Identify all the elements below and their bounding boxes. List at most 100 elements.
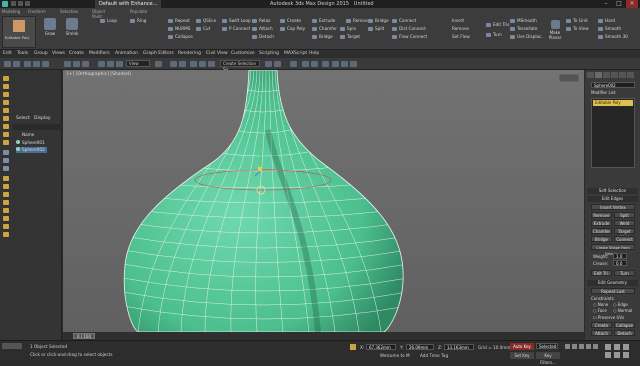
hard-button[interactable]: Hard	[598, 18, 615, 24]
create-tab-icon[interactable]	[587, 72, 594, 78]
key-filters-button[interactable]: Key Filters...	[536, 352, 560, 365]
connect-button[interactable]: Connect	[392, 18, 416, 24]
nurms-button[interactable]: NURMS	[168, 26, 190, 32]
shrink-button[interactable]: Shrink	[62, 18, 82, 36]
open-file-icon[interactable]	[18, 1, 23, 6]
menu-tools[interactable]: Tools	[14, 50, 31, 58]
soft-selection-rollout[interactable]: Soft Selection	[587, 188, 638, 194]
previous-frame-icon[interactable]	[572, 344, 577, 349]
detach-button[interactable]: Detach	[252, 34, 274, 40]
percent-snap-icon[interactable]	[208, 61, 215, 67]
use-displac-button[interactable]: Use Displac.	[510, 34, 543, 40]
repeat-button[interactable]: Repeat	[168, 18, 190, 24]
to-view-button[interactable]: To View	[566, 26, 589, 32]
render-production-icon[interactable]	[350, 61, 357, 67]
turn-button-panel[interactable]: Turn	[614, 270, 635, 276]
attach-button-panel[interactable]: Attach	[591, 330, 612, 336]
play-icon[interactable]	[579, 344, 584, 349]
z-coordinate-field[interactable]: 13.163mm	[444, 344, 474, 350]
stack-item-editable-poly[interactable]: Editable Poly	[593, 100, 633, 106]
bridge-edge-button[interactable]: Bridge	[368, 18, 389, 24]
make-planar-button[interactable]: Make Planar	[546, 20, 564, 40]
select-by-name-icon[interactable]	[73, 61, 80, 67]
tree-item-sphere002[interactable]: Sphere002	[16, 147, 47, 153]
auto-key-button[interactable]: Auto Key	[510, 343, 534, 350]
lock-selection-icon[interactable]	[350, 344, 356, 350]
ribbon-tab-selection[interactable]: Selection	[60, 9, 78, 14]
select-rotate-icon[interactable]	[107, 61, 114, 67]
save-file-icon[interactable]	[25, 1, 30, 6]
flow-connect-button[interactable]: Flow Connect	[392, 34, 427, 40]
loop-button[interactable]: Loop	[100, 18, 117, 24]
unlink-icon[interactable]	[33, 61, 40, 67]
onion-dome-mesh[interactable]	[63, 70, 584, 332]
menu-help[interactable]: Help	[306, 50, 322, 58]
constraint-edge-radio[interactable]: ○ Edge	[613, 302, 628, 307]
select-link-icon[interactable]	[24, 61, 31, 67]
field-of-view-icon[interactable]	[614, 352, 620, 358]
rendered-frame-window-icon[interactable]	[341, 61, 348, 67]
display-groups-icon[interactable]	[3, 124, 9, 129]
explorer-name-column[interactable]: Name	[22, 132, 34, 138]
pan-icon[interactable]	[614, 344, 620, 350]
chamfer-button-panel[interactable]: Chamfer	[591, 228, 612, 234]
display-invert-icon[interactable]	[3, 166, 9, 171]
select-object-icon[interactable]	[64, 61, 71, 67]
repeat-last-button[interactable]: Repeat Last	[591, 288, 635, 294]
object-name-field[interactable]: Sphere002	[591, 82, 635, 88]
grow-button[interactable]: Grow	[40, 18, 60, 36]
ribbon-tab-object-paint[interactable]: Object Paint	[92, 9, 105, 19]
to-grid-button[interactable]: To Grid	[566, 18, 588, 24]
menu-create[interactable]: Create	[66, 50, 87, 58]
display-shapes-icon[interactable]	[3, 84, 9, 89]
display-all-icon[interactable]	[3, 150, 9, 155]
weld-button[interactable]: Weld	[614, 220, 635, 226]
hide-icon[interactable]	[3, 232, 9, 237]
zoom-extents-icon[interactable]	[605, 352, 611, 358]
modifier-list-dropdown[interactable]: Modifier List	[591, 90, 615, 95]
constraint-face-radio[interactable]: ○ Face	[593, 308, 607, 313]
display-tab-icon[interactable]	[619, 72, 626, 78]
dist-connect-button[interactable]: Dist Connect	[392, 26, 426, 32]
bridge-button-panel[interactable]: Bridge	[591, 236, 612, 242]
display-bones-icon[interactable]	[3, 140, 9, 145]
insert-vertex-button[interactable]: Insert Vertex	[591, 204, 635, 210]
spin-button[interactable]: Spin	[340, 26, 356, 32]
angle-snap-icon[interactable]	[199, 61, 206, 67]
ribbon-tab-modeling[interactable]: Modeling	[2, 9, 20, 14]
split-button-panel[interactable]: Split	[614, 212, 635, 218]
ring-button[interactable]: Ring	[130, 18, 146, 24]
weight-field[interactable]: 1.0	[613, 253, 627, 259]
explorer-select-menu[interactable]: Select	[16, 116, 30, 121]
motion-tab-icon[interactable]	[611, 72, 618, 78]
next-frame-icon[interactable]	[586, 344, 591, 349]
p-connect-button[interactable]: P Connect	[222, 26, 250, 32]
sort-icon[interactable]	[3, 200, 9, 205]
display-none-icon[interactable]	[3, 158, 9, 163]
reference-coordinate-select[interactable]: View	[126, 60, 150, 67]
ribbon-tab-populate[interactable]: Populate	[130, 9, 147, 14]
workspace-dropdown[interactable]: Default with Enhance...	[95, 0, 162, 8]
rectangular-region-icon[interactable]	[82, 61, 89, 67]
lock-cell-icon[interactable]	[3, 184, 9, 189]
modify-tab-icon[interactable]	[595, 72, 602, 78]
set-key-button[interactable]: Set Key	[510, 352, 534, 359]
redo-icon[interactable]	[13, 61, 20, 67]
msmooth-button[interactable]: MSmooth	[510, 18, 537, 24]
create-button[interactable]: Create	[280, 18, 301, 24]
display-lights-icon[interactable]	[3, 92, 9, 97]
viewcube-icon[interactable]	[558, 73, 580, 83]
menu-edit[interactable]: Edit	[0, 50, 15, 58]
menu-group[interactable]: Group	[31, 50, 51, 58]
time-slider[interactable]: 0 / 100	[63, 332, 584, 340]
keyboard-shortcut-override-icon[interactable]	[179, 61, 186, 67]
display-cameras-icon[interactable]	[3, 100, 9, 105]
remove-edge-button[interactable]: Remove	[346, 18, 370, 24]
turn-button[interactable]: Turn	[486, 32, 502, 38]
display-space-warps-icon[interactable]	[3, 116, 9, 121]
edit-edges-rollout[interactable]: Edit Edges	[587, 196, 638, 202]
x-coordinate-field[interactable]: 67.362mm	[366, 344, 396, 350]
ribbon-tab-freeform[interactable]: Freeform	[28, 9, 46, 14]
viewport-orthographic[interactable]: [+] [Orthographic] [Shaded]	[63, 70, 584, 332]
preserve-uvs-checkbox[interactable]: ☐ Preserve UVs	[593, 315, 624, 320]
